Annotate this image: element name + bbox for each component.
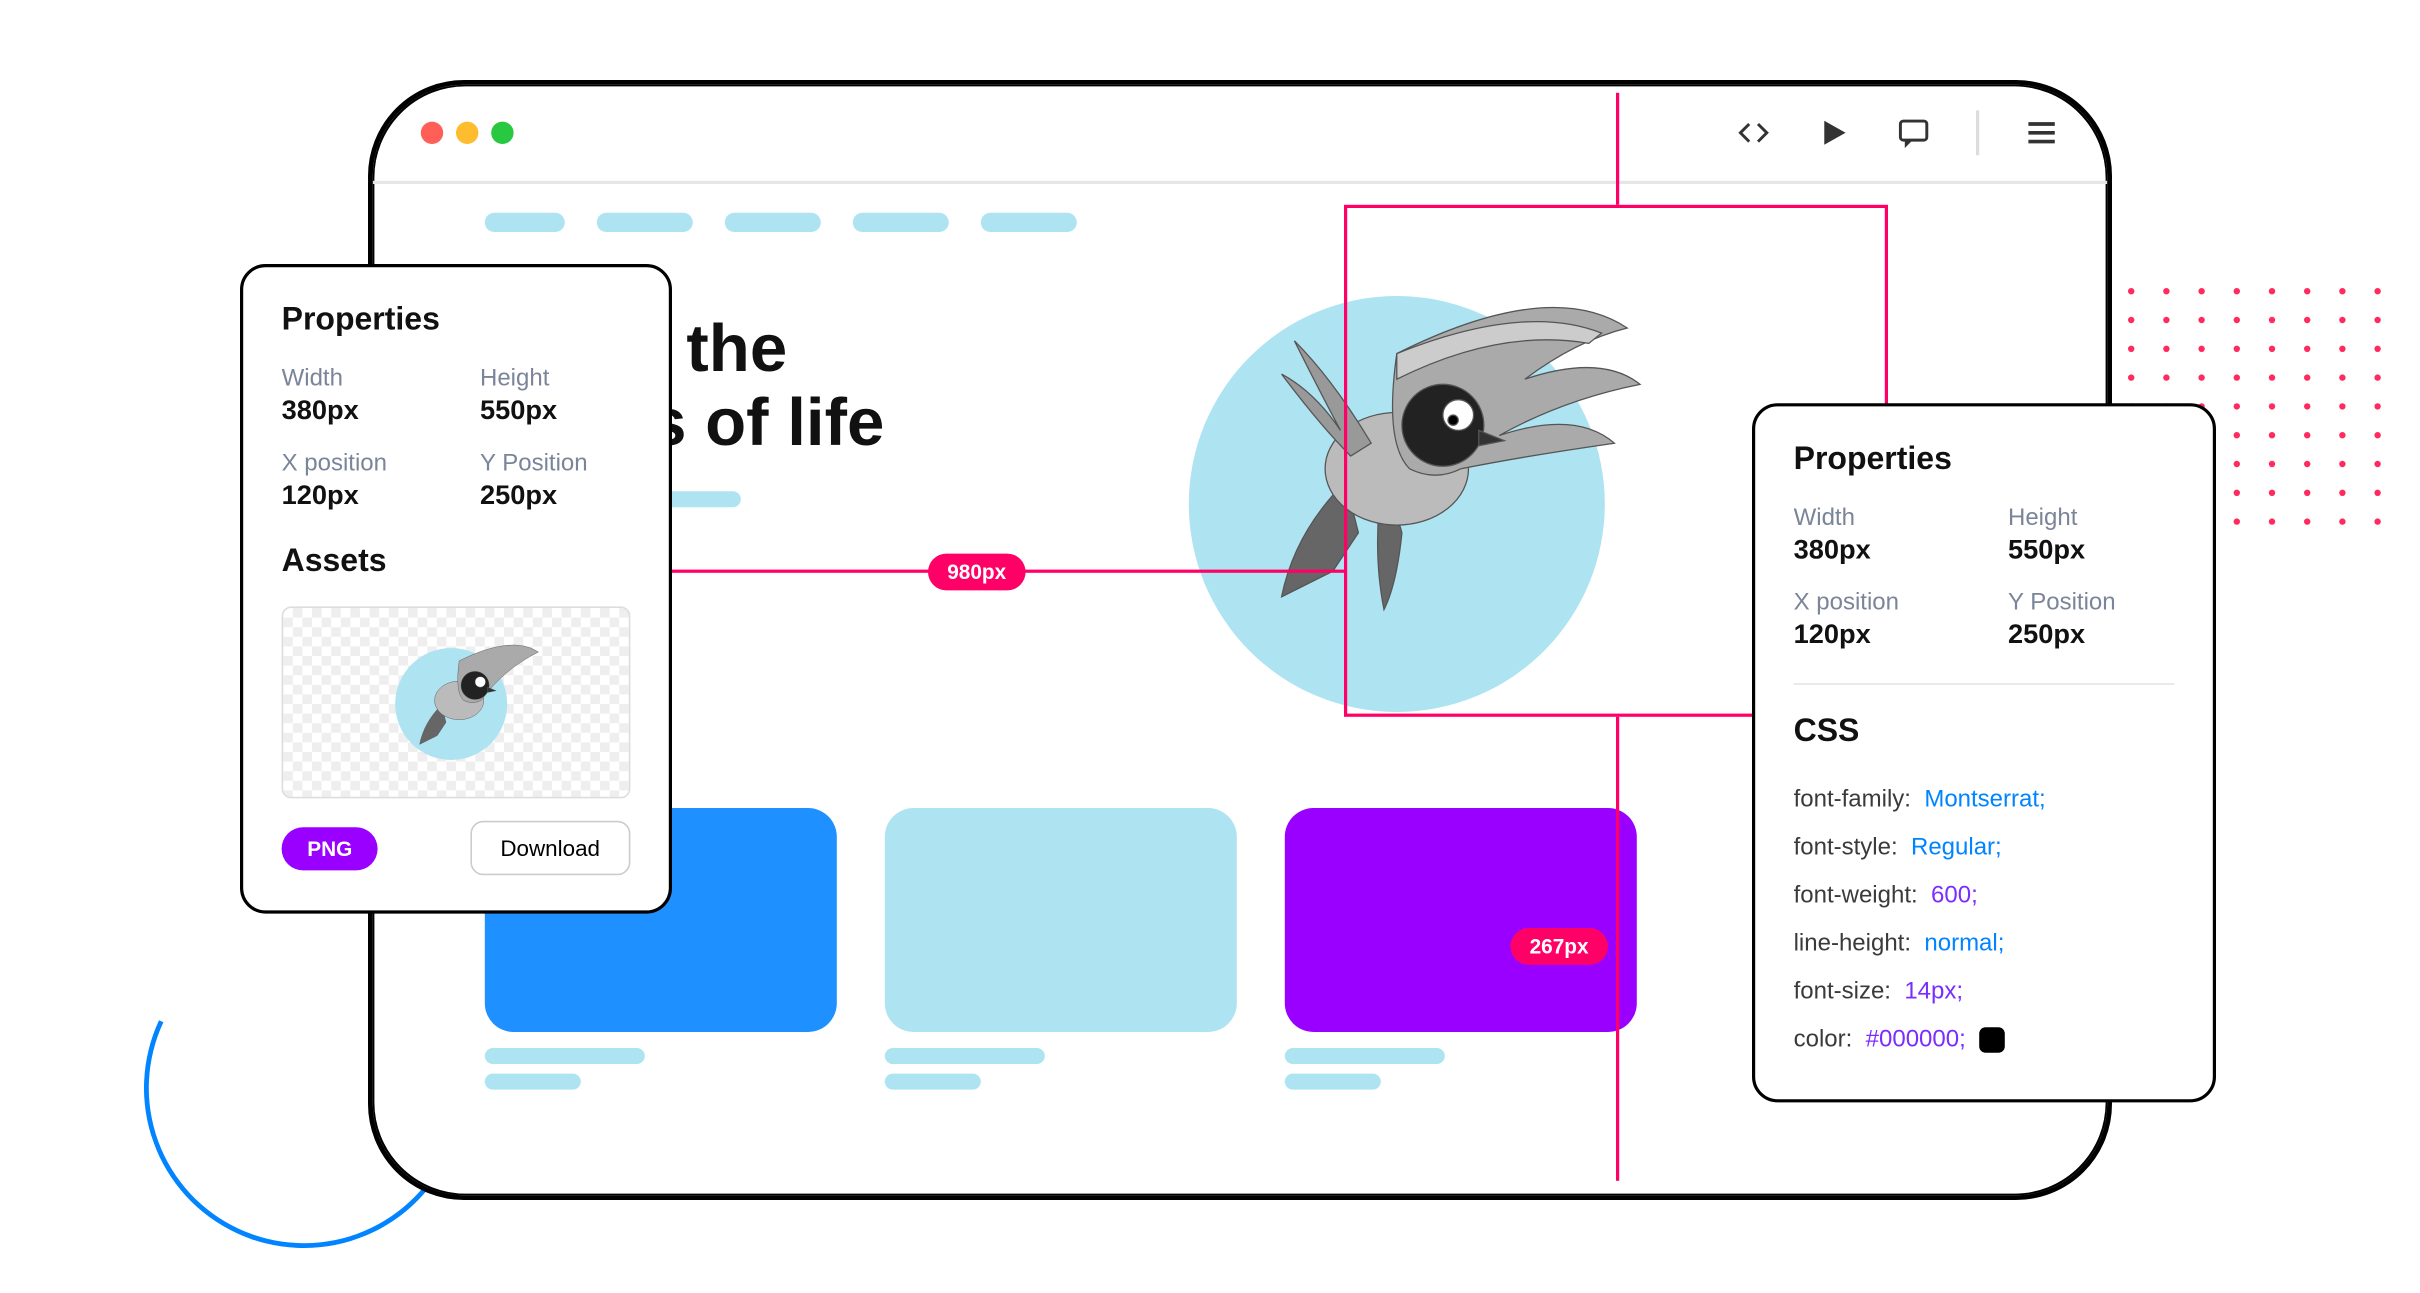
panel-divider: [1794, 683, 2175, 685]
card-lightblue[interactable]: [885, 808, 1237, 1032]
measure-width: 980px: [928, 554, 1025, 591]
traffic-lights: [421, 122, 514, 144]
prop-y: Y Position 250px: [480, 450, 630, 512]
prop-height: Height 550px: [2008, 504, 2174, 566]
prop-x: X position 120px: [1794, 589, 1960, 651]
left-inspector-panel[interactable]: Properties Width 380px Height 550px X po…: [240, 264, 672, 914]
vertical-guide-top: [1616, 93, 1619, 205]
properties-heading: Properties: [1794, 442, 2175, 479]
close-dot-icon[interactable]: [421, 122, 443, 144]
assets-heading: Assets: [282, 544, 631, 581]
color-swatch-icon: [1979, 1027, 2005, 1053]
properties-heading: Properties: [282, 302, 631, 339]
measure-height: 267px: [1510, 928, 1607, 965]
minimize-dot-icon[interactable]: [456, 122, 478, 144]
asset-format-badge: PNG: [282, 826, 378, 869]
css-heading: CSS: [1794, 714, 2175, 751]
hamburger-menu-icon[interactable]: [2024, 115, 2059, 150]
prop-x: X position 120px: [282, 450, 432, 512]
toolbar-separator: [1976, 110, 1979, 155]
card-purple[interactable]: [1285, 808, 1637, 1032]
download-button[interactable]: Download: [470, 821, 630, 875]
vertical-guide-bottom: [1616, 717, 1619, 1181]
prop-y: Y Position 250px: [2008, 589, 2174, 651]
window-titlebar: [373, 85, 2107, 184]
asset-thumbnail[interactable]: [282, 606, 631, 798]
right-inspector-panel[interactable]: Properties Width 380px Height 550px X po…: [1752, 403, 2216, 1102]
asset-bird-icon: [371, 608, 547, 784]
prop-width: Width 380px: [1794, 504, 1960, 566]
play-icon[interactable]: [1816, 115, 1851, 150]
code-icon[interactable]: [1736, 115, 1771, 150]
prop-height: Height 550px: [480, 365, 630, 427]
comment-icon[interactable]: [1896, 115, 1931, 150]
css-properties-list: font-family: Montserrat; font-style: Reg…: [1794, 776, 2175, 1064]
prop-width: Width 380px: [282, 365, 432, 427]
maximize-dot-icon[interactable]: [491, 122, 513, 144]
